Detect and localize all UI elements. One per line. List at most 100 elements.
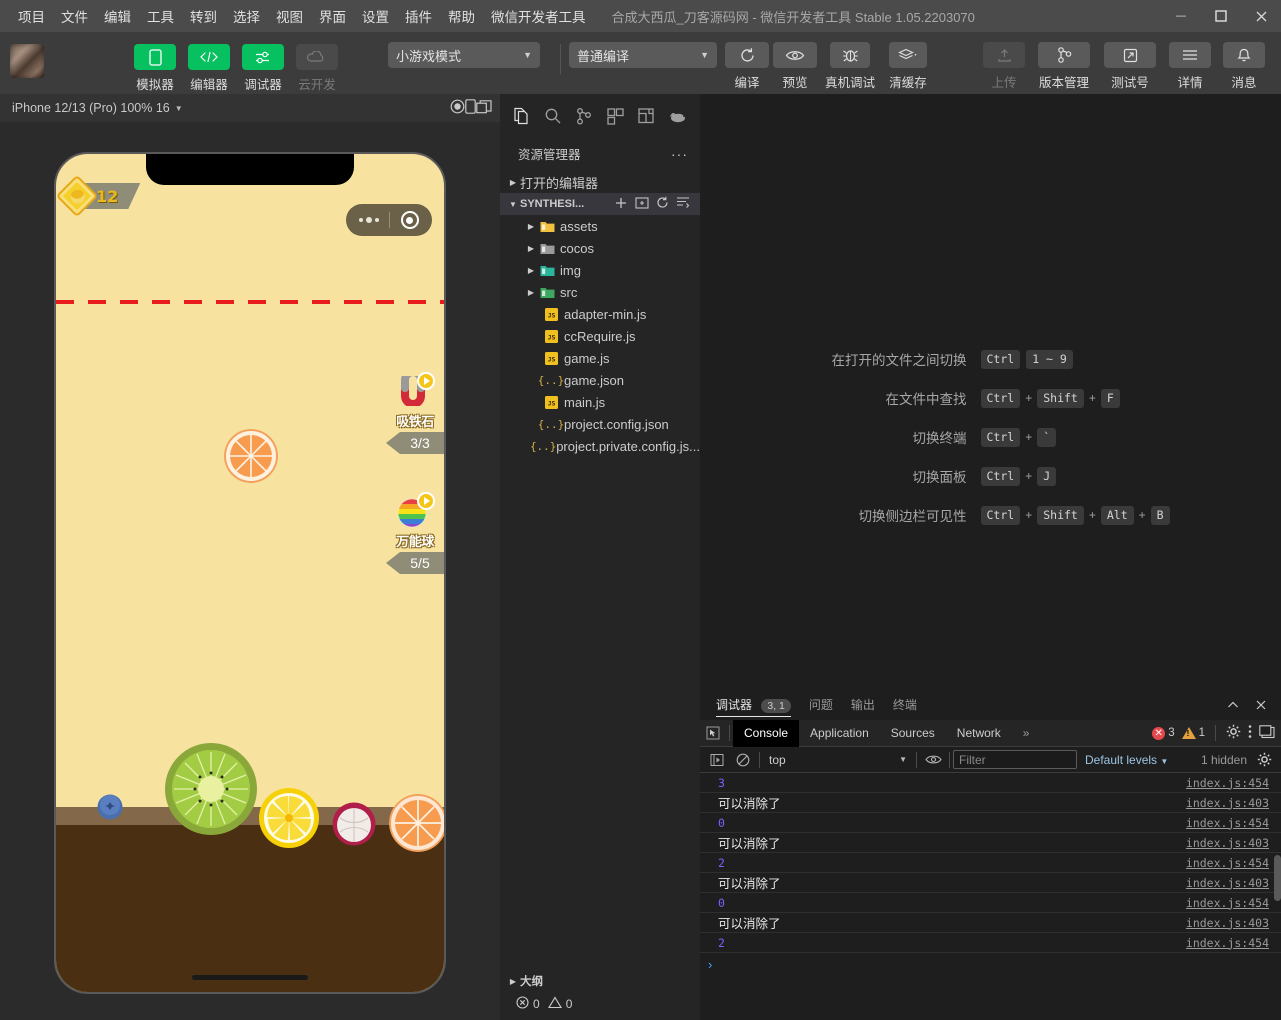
new-folder-icon[interactable]	[635, 196, 649, 213]
files-icon[interactable]	[508, 102, 536, 130]
console-log-row[interactable]: 3 index.js:454	[700, 773, 1281, 793]
details-button[interactable]: 详情	[1167, 42, 1213, 91]
dock-side-icon[interactable]	[1259, 724, 1275, 742]
section-project[interactable]: ▼ SYNTHESI...	[500, 193, 700, 215]
collapse-all-icon[interactable]	[676, 196, 690, 213]
console-log-row[interactable]: 0 index.js:454	[700, 813, 1281, 833]
log-source-link[interactable]: index.js:454	[1186, 776, 1281, 790]
devtools-tab-application[interactable]: Application	[799, 720, 880, 747]
avatar[interactable]	[10, 44, 44, 78]
tree-file[interactable]: JS adapter-min.js	[500, 303, 700, 325]
menu-item-2[interactable]: 编辑	[96, 2, 139, 30]
menu-item-1[interactable]: 文件	[53, 2, 96, 30]
devtools-tab-console[interactable]: Console	[733, 719, 800, 747]
log-source-link[interactable]: index.js:454	[1186, 896, 1281, 910]
console-output[interactable]: 3 index.js:454 可以消除了 index.js:403 0 index.js:…	[700, 773, 1281, 1013]
tab-debugger[interactable]: 调试器 3, 1	[716, 696, 791, 717]
preview-button[interactable]: 预览	[773, 42, 817, 91]
log-source-link[interactable]: index.js:403	[1186, 836, 1281, 850]
log-source-link[interactable]: index.js:454	[1186, 936, 1281, 950]
mode-select[interactable]: 小游戏模式 ▼	[388, 42, 540, 68]
problems-status[interactable]: 0 0	[500, 992, 700, 1020]
console-log-row[interactable]: 2 index.js:454	[700, 933, 1281, 953]
menu-item-5[interactable]: 选择	[225, 2, 268, 30]
rotate-device-icon[interactable]	[465, 99, 476, 117]
compile-button[interactable]: 编译	[725, 42, 769, 91]
extensions-icon[interactable]	[602, 102, 630, 130]
menu-item-8[interactable]: 设置	[354, 2, 397, 30]
menu-item-0[interactable]: 项目	[10, 2, 53, 30]
detach-window-icon[interactable]	[476, 99, 492, 117]
tree-folder[interactable]: ▶ cocos	[500, 237, 700, 259]
close-icon[interactable]	[1253, 697, 1269, 716]
minimize-button[interactable]	[1161, 0, 1201, 32]
device-label[interactable]: iPhone 12/13 (Pro) 100% 16	[12, 101, 170, 115]
console-scrollbar[interactable]	[1274, 855, 1281, 901]
compile-select[interactable]: 普通编译 ▼	[569, 42, 717, 68]
search-icon[interactable]	[539, 102, 567, 130]
test-account-button[interactable]: 测试号	[1101, 42, 1159, 91]
devtools-tab-network[interactable]: Network	[946, 720, 1012, 747]
console-log-row[interactable]: 2 index.js:454	[700, 853, 1281, 873]
close-button[interactable]	[1241, 0, 1281, 32]
wx-capsule-menu[interactable]	[346, 204, 432, 236]
tree-folder[interactable]: ▶ src	[500, 281, 700, 303]
record-icon[interactable]	[450, 99, 465, 117]
tree-file[interactable]: JS ccRequire.js	[500, 325, 700, 347]
section-outline[interactable]: ▶ 大纲	[500, 970, 700, 992]
powerup-item[interactable]: 吸铁石 3/3	[386, 368, 444, 454]
more-vertical-icon[interactable]	[1248, 724, 1252, 742]
menu-item-11[interactable]: 微信开发者工具	[483, 2, 594, 30]
simulator-button[interactable]: 模拟器	[132, 44, 178, 93]
chevron-up-icon[interactable]	[1225, 697, 1241, 716]
menu-item-10[interactable]: 帮助	[440, 2, 483, 30]
chevron-down-icon[interactable]: ▼	[175, 104, 183, 113]
error-badge[interactable]: ✕ 3	[1152, 726, 1175, 740]
warning-badge[interactable]: 1	[1181, 727, 1205, 739]
log-source-link[interactable]: index.js:403	[1186, 916, 1281, 930]
tree-file[interactable]: {..} project.config.json	[500, 413, 700, 435]
phone-screen[interactable]: 12 吸铁石 3/3 万能球 5/5	[54, 152, 446, 994]
tree-file[interactable]: JS game.js	[500, 347, 700, 369]
new-file-icon[interactable]	[614, 196, 628, 213]
console-log-row[interactable]: 可以消除了 index.js:403	[700, 873, 1281, 893]
settings-gear-icon[interactable]	[1251, 746, 1277, 773]
log-source-link[interactable]: index.js:403	[1186, 876, 1281, 890]
console-log-row[interactable]: 可以消除了 index.js:403	[700, 913, 1281, 933]
tree-file[interactable]: JS main.js	[500, 391, 700, 413]
live-expression-icon[interactable]	[920, 746, 946, 773]
capsule-close-icon[interactable]	[400, 211, 419, 229]
tab-output[interactable]: 输出	[851, 696, 875, 716]
menu-item-4[interactable]: 转到	[182, 2, 225, 30]
debug-console-icon[interactable]	[664, 102, 692, 130]
messages-button[interactable]: 消息	[1221, 42, 1267, 91]
refresh-icon[interactable]	[656, 196, 669, 213]
more-actions-icon[interactable]: ···	[671, 146, 688, 162]
tree-folder[interactable]: ▶ img	[500, 259, 700, 281]
maximize-button[interactable]	[1201, 0, 1241, 32]
test-icon[interactable]	[633, 102, 661, 130]
more-dots-icon[interactable]	[359, 217, 380, 223]
cloud-dev-button[interactable]: 云开发	[294, 44, 340, 93]
context-select[interactable]: top ▼	[763, 753, 913, 767]
menu-item-9[interactable]: 插件	[397, 2, 440, 30]
upload-button[interactable]: 上传	[981, 42, 1027, 91]
settings-gear-icon[interactable]	[1226, 724, 1241, 742]
inspect-element-icon[interactable]	[700, 720, 726, 747]
debugger-button[interactable]: 调试器	[240, 44, 286, 93]
source-control-icon[interactable]	[570, 102, 598, 130]
console-log-row[interactable]: 0 index.js:454	[700, 893, 1281, 913]
version-manage-button[interactable]: 版本管理	[1035, 42, 1093, 91]
log-source-link[interactable]: index.js:403	[1186, 796, 1281, 810]
log-source-link[interactable]: index.js:454	[1186, 856, 1281, 870]
menu-item-7[interactable]: 界面	[311, 2, 354, 30]
levels-select[interactable]: Default levels ▼	[1085, 753, 1168, 767]
console-prompt[interactable]: ›	[700, 953, 1281, 975]
tab-problems[interactable]: 问题	[809, 696, 833, 716]
real-device-debug-button[interactable]: 真机调试	[821, 42, 879, 91]
powerup-item[interactable]: 万能球 5/5	[386, 492, 444, 574]
editor-button[interactable]: 编辑器	[186, 44, 232, 93]
console-log-row[interactable]: 可以消除了 index.js:403	[700, 833, 1281, 853]
execute-icon[interactable]	[704, 746, 730, 773]
tree-folder[interactable]: ▶ assets	[500, 215, 700, 237]
